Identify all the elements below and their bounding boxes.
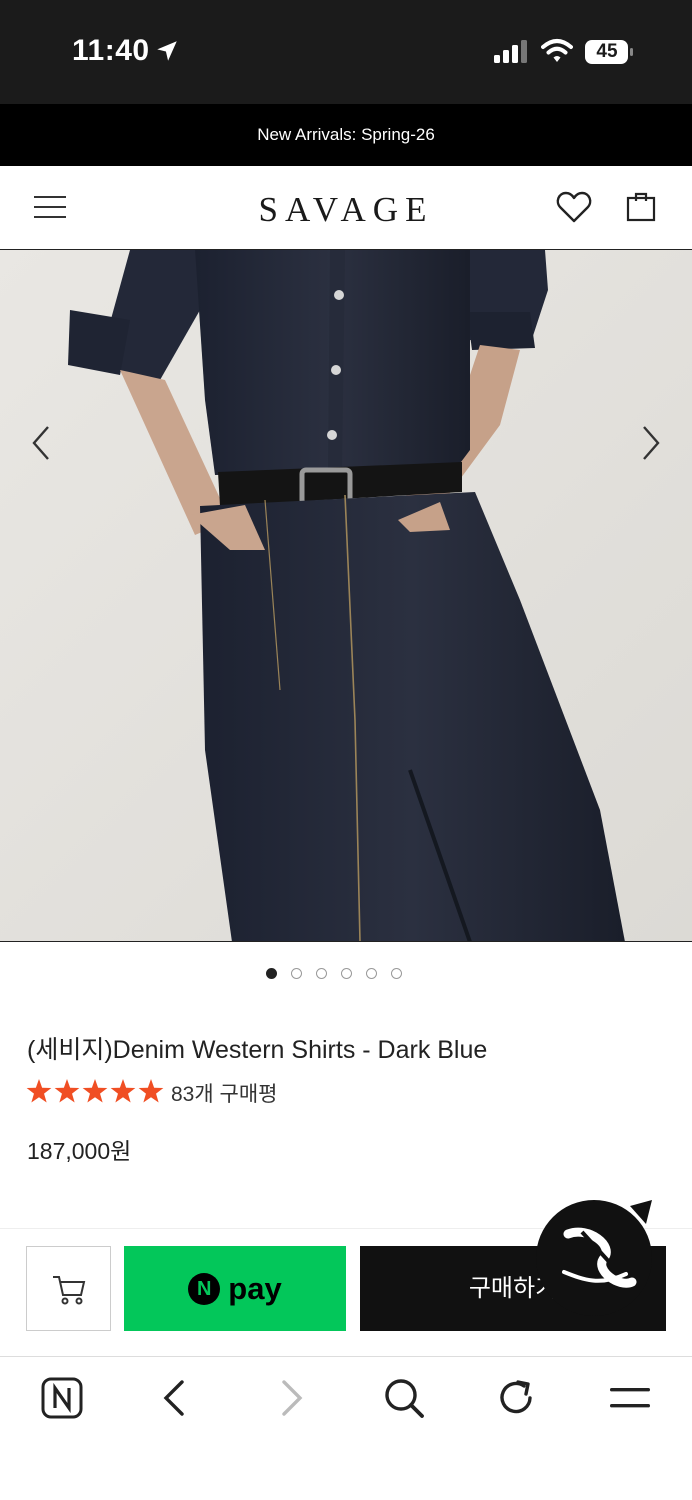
naver-pay-label: pay [228,1270,282,1306]
battery-level: 45 [596,41,618,62]
menu-icon[interactable] [34,194,66,220]
star-icon [26,1079,52,1103]
naver-pay-button[interactable]: N pay [124,1246,346,1331]
status-time: 11:40 [72,34,150,67]
carousel-dot[interactable] [266,968,277,979]
wifi-icon [541,39,573,62]
browser-toolbar [0,1356,692,1500]
review-count-link[interactable]: 83개 구매평 [171,1078,277,1108]
star-icon [110,1079,136,1103]
location-arrow-icon [157,41,177,61]
product-price: 187,000원 [27,1138,132,1164]
rating-stars [26,1079,164,1103]
star-icon [54,1079,80,1103]
carousel-next-icon[interactable] [636,423,664,463]
carousel-dot[interactable] [391,968,402,979]
carousel-dot[interactable] [366,968,377,979]
star-icon [138,1079,164,1103]
product-title: (세비지)Denim Western Shirts - Dark Blue [27,1036,488,1064]
back-icon[interactable] [152,1374,200,1422]
carousel-dot[interactable] [341,968,352,979]
announcement-bar[interactable]: New Arrivals: Spring-26 [0,104,692,166]
forward-icon[interactable] [266,1374,314,1422]
cart-icon [53,1276,86,1305]
refresh-icon[interactable] [492,1374,540,1422]
chat-floating-icon[interactable] [534,1196,658,1320]
add-to-cart-button[interactable] [26,1246,111,1331]
brand-logo[interactable]: SAVAGE [200,190,492,230]
menu-icon[interactable] [606,1374,654,1422]
search-icon[interactable] [380,1374,428,1422]
carousel-dots [266,968,426,984]
product-photo-model-in-denim [0,250,692,941]
heart-icon[interactable] [556,190,592,224]
shopping-bag-icon[interactable] [626,190,656,222]
carousel-dot[interactable] [291,968,302,979]
cellular-signal-icon [494,40,527,63]
product-image[interactable] [0,250,692,942]
star-icon [82,1079,108,1103]
naver-n-logo: N [188,1272,221,1305]
carousel-dot[interactable] [316,968,327,979]
carousel-prev-icon[interactable] [28,423,56,463]
naver-n-icon[interactable] [38,1374,86,1422]
